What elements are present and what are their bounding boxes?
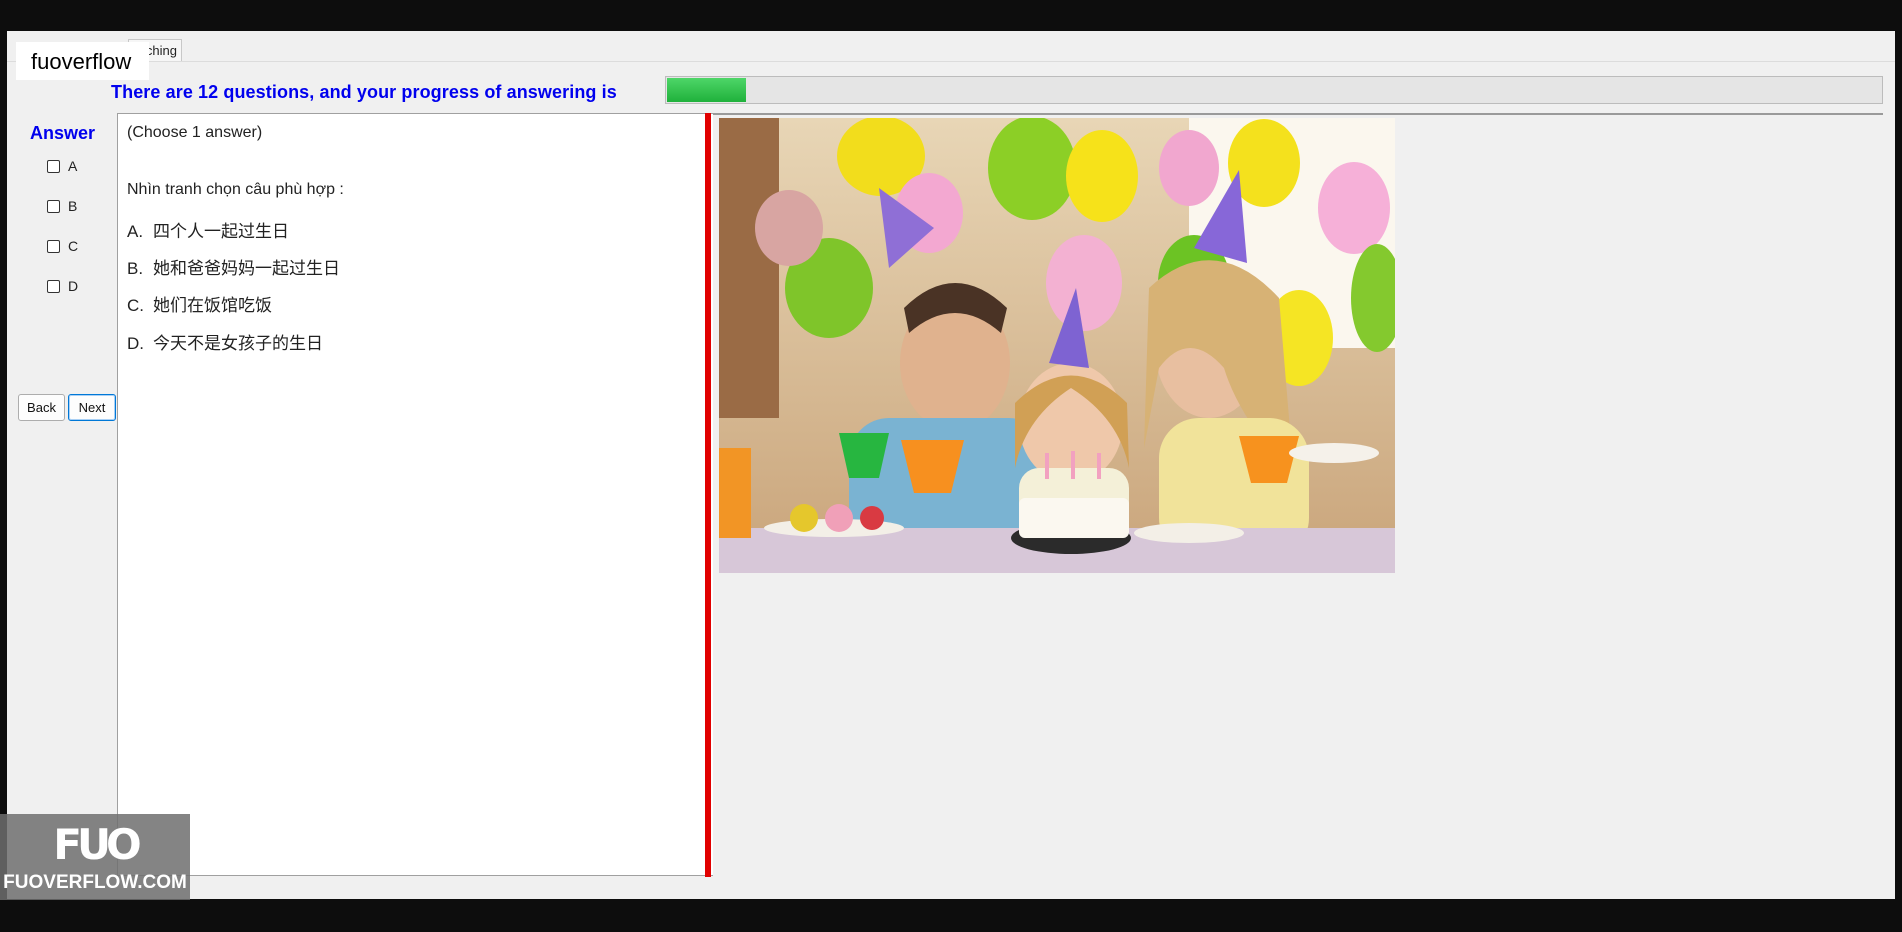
choice-letter: C.	[127, 296, 144, 315]
tab-divider	[7, 61, 1895, 62]
watermark-logo: FUO	[53, 820, 142, 869]
question-panel: (Choose 1 answer) Nhìn tranh chọn câu ph…	[117, 113, 713, 876]
option-label-a: A	[68, 158, 78, 174]
question-prompt: Nhìn tranh chọn câu phù hợp :	[127, 181, 344, 198]
question-choice-a: A. 四个人一起过生日	[127, 217, 289, 242]
option-label-c: C	[68, 238, 79, 254]
choice-text: 她和爸爸妈妈一起过生日	[153, 259, 340, 278]
choice-text: 她们在饭馆吃饭	[153, 296, 272, 315]
checkbox-d[interactable]	[47, 279, 60, 293]
option-label-d: D	[68, 278, 79, 294]
choice-letter: A.	[127, 222, 144, 241]
checkbox-c[interactable]	[47, 239, 60, 253]
back-button[interactable]: Back	[18, 394, 65, 421]
question-choice-b: B. 她和爸爸妈妈一起过生日	[127, 254, 340, 279]
question-choice-d: D. 今天不是女孩子的生日	[127, 329, 323, 354]
choice-text: 今天不是女孩子的生日	[153, 334, 323, 353]
progress-fill	[667, 78, 747, 102]
next-button[interactable]: Next	[68, 394, 116, 421]
watermark: FUO FUOVERFLOW.COM	[0, 814, 190, 900]
answer-option-a[interactable]: A	[47, 158, 77, 174]
choice-letter: B.	[127, 259, 144, 278]
checkbox-b[interactable]	[47, 199, 60, 213]
choice-letter: D.	[127, 334, 144, 353]
question-image	[719, 116, 1403, 578]
answer-option-d[interactable]: D	[47, 278, 78, 294]
checkbox-a[interactable]	[47, 159, 60, 173]
panel-splitter[interactable]	[705, 113, 711, 877]
answer-heading: Answer	[30, 123, 96, 143]
image-panel	[713, 113, 1883, 876]
answer-option-c[interactable]: C	[47, 238, 78, 254]
answer-option-b[interactable]: B	[47, 198, 77, 214]
question-instruction: (Choose 1 answer)	[127, 124, 263, 141]
choice-text: 四个人一起过生日	[153, 222, 289, 241]
birthday-party-illustration	[719, 116, 1403, 578]
question-choice-c: C. 她们在饭馆吃饭	[127, 291, 272, 316]
app-title: fuoverflow	[16, 42, 149, 80]
progress-bar	[665, 76, 1883, 104]
option-label-b: B	[68, 198, 78, 214]
progress-label: There are 12 questions, and your progres…	[111, 82, 617, 102]
exam-window: atching fuoverflow There are 12 question…	[7, 31, 1895, 899]
watermark-site: FUOVERFLOW.COM	[3, 872, 187, 893]
